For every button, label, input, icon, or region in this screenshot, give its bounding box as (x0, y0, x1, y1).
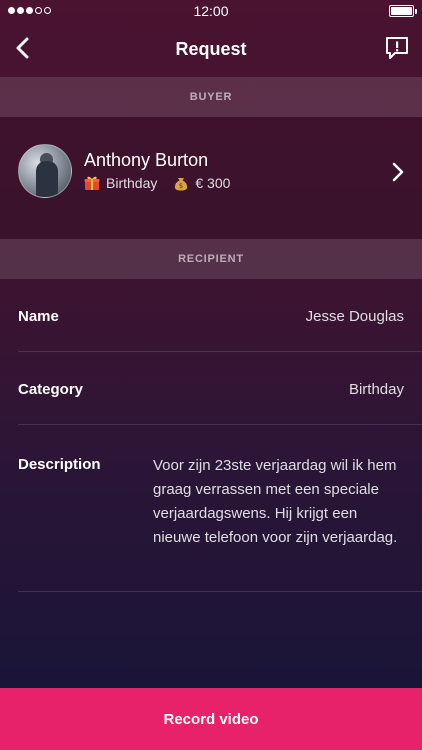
chevron-left-icon (16, 37, 29, 59)
recipient-category-label: Category (18, 381, 84, 398)
back-button[interactable] (10, 34, 38, 62)
recipient-name-label: Name (18, 308, 59, 325)
buyer-row[interactable]: Anthony Burton Birthday $ € 300 (0, 117, 422, 239)
recipient-category-value: Birthday (348, 381, 404, 398)
buyer-meta: Birthday $ € 300 (84, 175, 230, 191)
signal-strength-icon (8, 7, 51, 14)
buyer-amount: € 300 (195, 175, 231, 191)
money-bag-icon: $ (175, 178, 188, 191)
recipient-description-label: Description (18, 456, 101, 473)
buyer-occasion: Birthday (106, 175, 158, 191)
avatar (18, 144, 72, 198)
battery-icon (389, 5, 417, 17)
record-video-button[interactable]: Record video (0, 688, 422, 750)
recipient-description-value: Voor zijn 23ste verjaardag wil ik hem gr… (153, 457, 398, 546)
chevron-right-icon (392, 162, 404, 182)
svg-text:$: $ (179, 182, 183, 190)
report-button[interactable] (384, 35, 410, 61)
nav-bar: Request (0, 22, 422, 76)
page-title: Request (175, 38, 247, 59)
recipient-category-row: Category Birthday (18, 352, 422, 425)
recipient-section-header: RECIPIENT (0, 239, 422, 279)
buyer-name: Anthony Burton (84, 150, 209, 170)
buyer-section-header: BUYER (0, 77, 422, 117)
recipient-name-row: Name Jesse Douglas (18, 279, 422, 352)
recipient-description-row: Description Voor zijn 23ste verjaardag w… (18, 425, 422, 592)
status-time: 12:00 (193, 3, 229, 19)
status-bar: 12:00 (0, 0, 422, 22)
report-icon (386, 37, 408, 59)
gift-icon (84, 176, 100, 190)
recipient-name-value: Jesse Douglas (305, 308, 404, 325)
